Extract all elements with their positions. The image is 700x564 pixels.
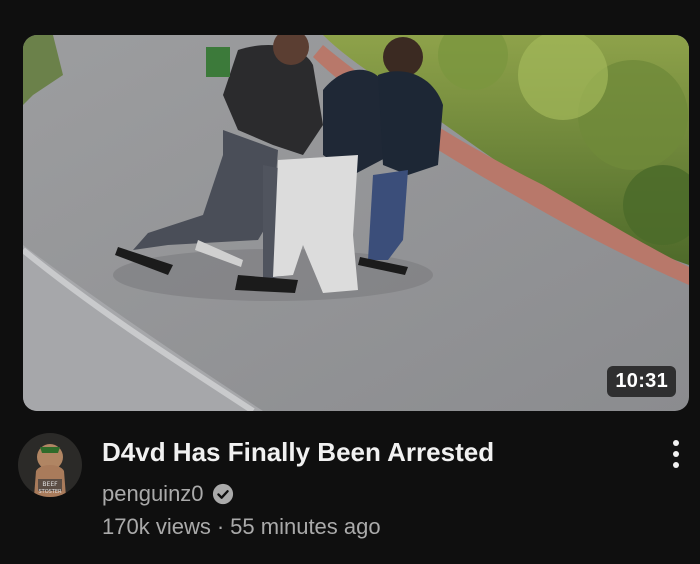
upload-age: 55 minutes ago [230, 514, 381, 539]
more-options-button[interactable] [660, 434, 692, 474]
more-vertical-icon [673, 440, 679, 446]
video-duration-badge: 10:31 [607, 366, 676, 397]
svg-text:STOSTER: STOSTER [38, 489, 62, 495]
avatar-image: BEEF STOSTER [18, 433, 82, 497]
view-count: 170k views [102, 514, 211, 539]
video-title[interactable]: D4vd Has Finally Been Arrested [102, 436, 642, 468]
svg-text:BEEF: BEEF [42, 481, 58, 488]
verified-check-icon [212, 483, 233, 505]
video-meta: 170k views · 55 minutes ago [102, 514, 381, 540]
video-thumbnail[interactable]: 10:31 [23, 35, 689, 411]
thumbnail-image [23, 35, 689, 411]
channel-name: penguinz0 [102, 481, 204, 506]
channel-link[interactable]: penguinz0 [102, 478, 234, 510]
channel-avatar[interactable]: BEEF STOSTER [18, 433, 82, 497]
meta-separator: · [216, 514, 225, 539]
